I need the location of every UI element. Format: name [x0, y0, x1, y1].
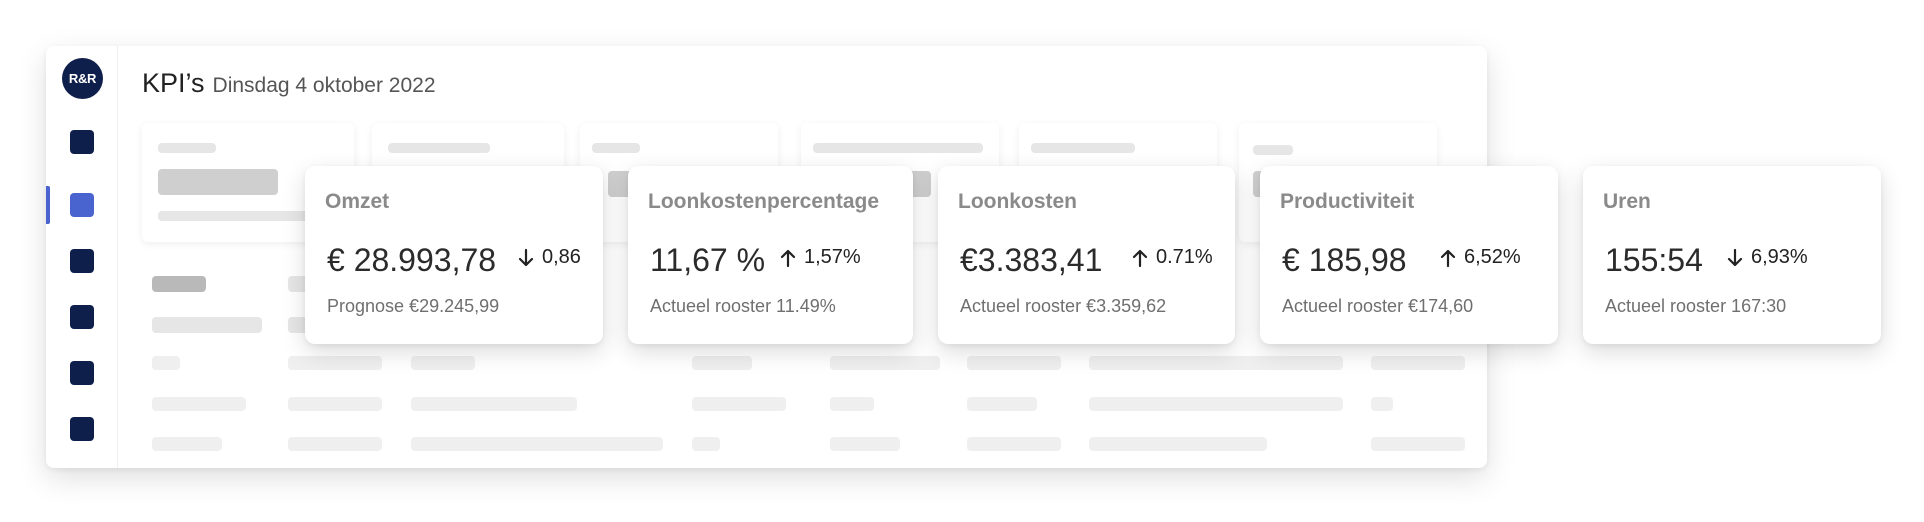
page-date: Dinsdag 4 oktober 2022: [212, 74, 436, 97]
page-heading: KPI’s Dinsdag 4 oktober 2022: [142, 68, 436, 99]
kpi-card-omzet[interactable]: Omzet € 28.993,78 0,86 Prognose €29.245,…: [305, 166, 603, 344]
kpi-subtext: Actueel rooster 11.49%: [650, 296, 836, 316]
nav-square-icon[interactable]: [70, 305, 94, 329]
page-title: KPI’s: [142, 68, 205, 98]
kpi-subtext: Actueel rooster 167:30: [1605, 296, 1787, 316]
kpi-title: Productiviteit: [1280, 190, 1415, 213]
nav-square-icon[interactable]: [70, 249, 94, 273]
kpi-title: Omzet: [325, 190, 390, 213]
kpi-value: € 185,98: [1282, 242, 1407, 278]
kpi-card-productiviteit[interactable]: Productiviteit € 185,98 6,52% Actueel ro…: [1260, 166, 1558, 344]
sidebar: R&R: [46, 46, 118, 468]
arrow-up-icon: [1440, 248, 1456, 268]
arrow-up-icon: [1132, 248, 1148, 268]
kpi-card-uren[interactable]: Uren 155:54 6,93% Actueel rooster 167:30: [1583, 166, 1881, 344]
kpi-change: 6,52%: [1440, 246, 1521, 269]
stage: R&R KPI’s Dinsdag 4 oktober 2022 Omzet €…: [0, 0, 1924, 522]
kpi-title: Loonkostenpercentage: [648, 190, 880, 213]
nav-square-icon[interactable]: [70, 193, 94, 217]
kpi-change: 0,86: [518, 246, 581, 269]
kpi-change-value: 1,57%: [804, 246, 861, 268]
kpi-value: 155:54: [1605, 242, 1703, 278]
kpi-change: 1,57%: [780, 246, 861, 269]
kpi-subtext: Actueel rooster €3.359,62: [960, 296, 1167, 316]
kpi-subtext: Prognose €29.245,99: [327, 296, 500, 316]
kpi-change-value: 0,86: [542, 246, 581, 268]
kpi-change-value: 6,52%: [1464, 246, 1521, 268]
kpi-title: Uren: [1603, 190, 1651, 213]
active-nav-indicator: [46, 186, 50, 224]
kpi-value: € 28.993,78: [327, 242, 497, 278]
kpi-change-value: 6,93%: [1751, 246, 1808, 268]
kpi-change: 6,93%: [1727, 246, 1808, 269]
nav-square-icon[interactable]: [70, 417, 94, 441]
kpi-change-value: 0.71%: [1156, 246, 1213, 268]
logo[interactable]: R&R: [62, 58, 103, 99]
arrow-up-icon: [780, 248, 796, 268]
nav-square-icon[interactable]: [70, 361, 94, 385]
nav-square-icon[interactable]: [70, 130, 94, 154]
kpi-change: 0.71%: [1132, 246, 1213, 269]
kpi-value: 11,67 %: [650, 242, 766, 278]
arrow-down-icon: [518, 248, 534, 268]
arrow-down-icon: [1727, 248, 1743, 268]
kpi-title: Loonkosten: [958, 190, 1077, 213]
kpi-subtext: Actueel rooster €174,60: [1282, 296, 1474, 316]
kpi-card-loonkosten[interactable]: Loonkosten €3.383,41 0.71% Actueel roost…: [938, 166, 1235, 344]
kpi-value: €3.383,41: [960, 242, 1103, 278]
kpi-card-loonkostenpercentage[interactable]: Loonkostenpercentage 11,67 % 1,57% Actue…: [628, 166, 913, 344]
